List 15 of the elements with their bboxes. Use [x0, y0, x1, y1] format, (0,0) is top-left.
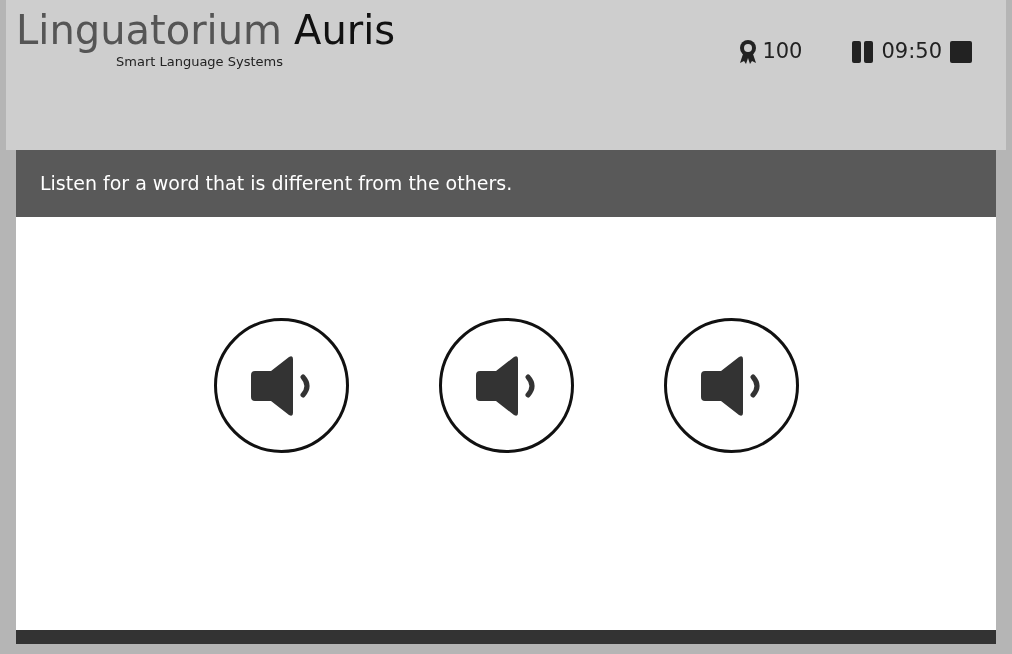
product-name: Auris: [294, 8, 396, 52]
instruction-text: Listen for a word that is different from the others.: [40, 171, 513, 197]
pause-button[interactable]: [852, 40, 874, 63]
stop-button[interactable]: [950, 40, 972, 63]
speaker-icon: [476, 354, 536, 417]
score: 100: [762, 38, 803, 65]
play-sound-button[interactable]: [663, 318, 799, 453]
play-sound-button[interactable]: [213, 318, 349, 453]
speaker-icon: [251, 354, 311, 417]
brand-name: Linguatorium: [16, 8, 283, 52]
tagline: Smart Language Systems: [116, 53, 284, 71]
speaker-icon: [701, 354, 761, 417]
award-icon: [738, 38, 759, 65]
play-sound-button[interactable]: [438, 318, 574, 453]
timer: 09:50: [881, 38, 942, 65]
